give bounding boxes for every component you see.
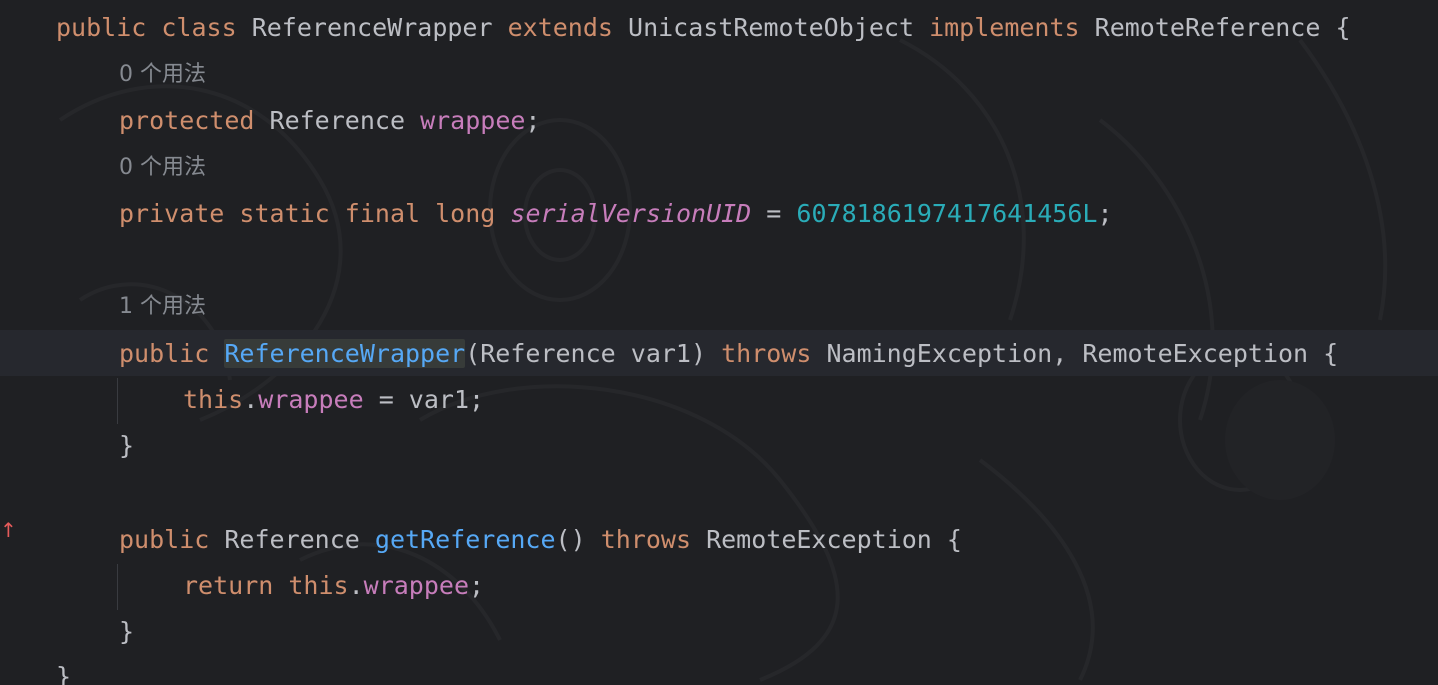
code-line-field-wrappee[interactable]: protected Reference wrappee; [119, 98, 540, 144]
static-field-name: serialVersionUID [510, 199, 752, 228]
code-line-constructor-body[interactable]: this.wrappee = var1; [183, 377, 484, 423]
usage-hint[interactable]: 0 个用法 [119, 52, 206, 98]
constructor-name[interactable]: ReferenceWrapper [224, 339, 466, 368]
open-brace: { [1335, 13, 1351, 42]
usage-hint[interactable]: 0 个用法 [119, 145, 206, 191]
keyword: static [239, 199, 330, 228]
semicolon: ; [1097, 199, 1113, 228]
keyword: private [119, 199, 225, 228]
code-line-get-reference[interactable]: public Reference getReference() throws R… [119, 517, 962, 563]
code-line-getter-body[interactable]: return this.wrappee; [183, 563, 484, 609]
close-brace[interactable]: } [119, 609, 134, 655]
code-line-constructor[interactable]: public ReferenceWrapper(Reference var1) … [119, 331, 1338, 377]
code-editor[interactable]: ↑ public class ReferenceWrapper extends … [0, 0, 1438, 685]
override-marker-icon[interactable]: ↑ [0, 518, 17, 542]
keyword: throws [721, 339, 812, 368]
keyword: this [288, 571, 349, 600]
code-line-serial-version[interactable]: private static final long serialVersionU… [119, 191, 1113, 237]
indent-guide [117, 378, 118, 424]
assignment: = var1; [363, 385, 485, 414]
interface-name: RemoteReference [1094, 13, 1321, 42]
semicolon: ; [525, 106, 541, 135]
semicolon: ; [469, 571, 485, 600]
exception-list: NamingException, RemoteException [826, 339, 1309, 368]
parentheses: () [555, 525, 586, 554]
method-name: getReference [374, 525, 556, 554]
open-brace: { [1323, 339, 1339, 368]
operator: = [766, 199, 782, 228]
keyword: public [119, 525, 210, 554]
keyword: public [56, 13, 147, 42]
open-brace: { [946, 525, 962, 554]
keyword: long [435, 199, 496, 228]
number-literal: 6078186197417641456L [796, 199, 1098, 228]
parameters: (Reference var1) [465, 339, 707, 368]
indent-guide [117, 564, 118, 610]
keyword: extends [507, 13, 613, 42]
type-name: Reference [269, 106, 405, 135]
keyword: class [161, 13, 237, 42]
field-name: wrappee [363, 571, 470, 600]
keyword: this [183, 385, 244, 414]
type-name: Reference [224, 525, 360, 554]
close-brace[interactable]: } [119, 423, 134, 469]
field-name: wrappee [258, 385, 364, 414]
superclass-name: UnicastRemoteObject [628, 13, 914, 42]
keyword: implements [929, 13, 1080, 42]
dot: . [243, 385, 259, 414]
class-name: ReferenceWrapper [251, 13, 493, 42]
dot: . [348, 571, 364, 600]
keyword: protected [119, 106, 255, 135]
keyword: throws [600, 525, 692, 554]
code-line-class-declaration[interactable]: public class ReferenceWrapper extends Un… [56, 5, 1351, 51]
exception-name: RemoteException [706, 525, 932, 554]
field-name: wrappee [420, 106, 526, 135]
usage-hint[interactable]: 1 个用法 [119, 284, 206, 330]
keyword: public [119, 339, 210, 368]
keyword: return [183, 571, 274, 600]
class-close-brace[interactable]: } [56, 654, 71, 685]
keyword: final [344, 199, 421, 228]
